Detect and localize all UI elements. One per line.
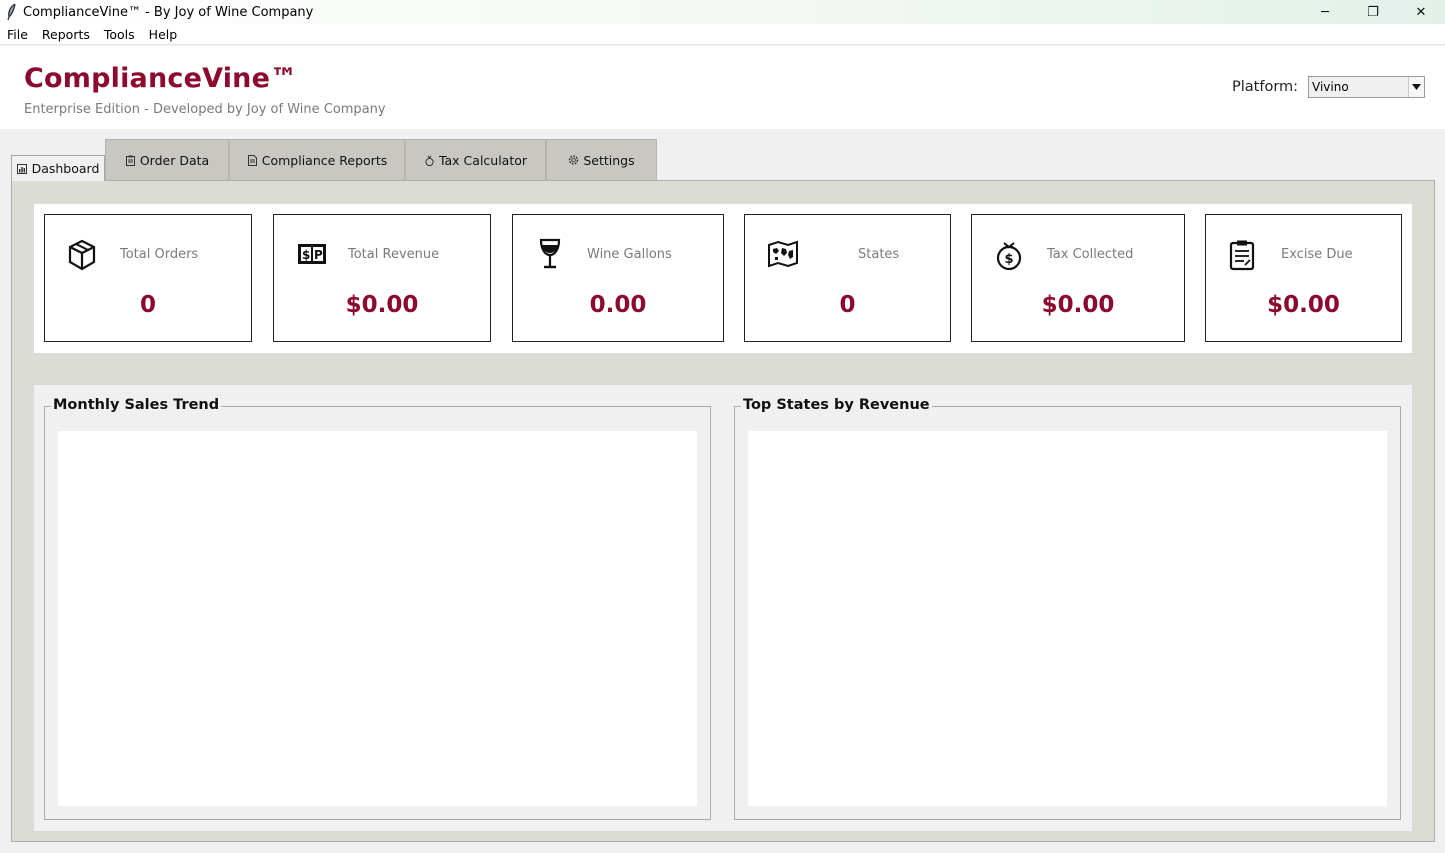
- card-value: 0.00: [589, 292, 647, 318]
- stats-cards-panel: Total Orders 0 $ P Total Revenue $0.00 Wi…: [34, 204, 1412, 353]
- app-header: ComplianceVine™ Enterprise Edition - Dev…: [0, 46, 1445, 129]
- monthly-sales-chart-frame: Monthly Sales Trend: [44, 397, 711, 820]
- dashboard-panel: Total Orders 0 $ P Total Revenue $0.00 Wi…: [11, 180, 1435, 842]
- card-label: States: [858, 247, 900, 262]
- card-total-revenue: $ P Total Revenue $0.00: [273, 214, 491, 342]
- svg-text:P: P: [314, 248, 323, 262]
- clipboard-icon: [125, 155, 136, 166]
- package-icon: [67, 239, 101, 273]
- platform-value: Vivino: [1312, 80, 1349, 94]
- card-label: Excise Due: [1281, 247, 1353, 262]
- platform-label: Platform:: [1232, 79, 1299, 95]
- top-states-chart-canvas: [748, 431, 1387, 806]
- platform-dropdown[interactable]: Vivino: [1308, 76, 1425, 98]
- clipboard-icon: [1228, 239, 1262, 273]
- money-bag-icon: $: [994, 239, 1028, 273]
- gear-icon: [568, 155, 579, 166]
- card-value: $0.00: [1041, 292, 1115, 318]
- brand-title: ComplianceVine™: [24, 63, 298, 94]
- minimize-button[interactable]: ─: [1301, 0, 1349, 24]
- card-label: Wine Gallons: [587, 247, 672, 262]
- card-value: 0: [839, 292, 856, 318]
- menu-tools[interactable]: Tools: [97, 24, 142, 45]
- card-label: Total Orders: [120, 247, 199, 262]
- tab-settings-label: Settings: [583, 152, 635, 168]
- card-total-orders: Total Orders 0: [44, 214, 252, 342]
- card-excise-due: Excise Due $0.00: [1205, 214, 1402, 342]
- tab-dashboard[interactable]: Dashboard: [11, 155, 105, 181]
- menu-file[interactable]: File: [0, 24, 35, 45]
- close-button[interactable]: ✕: [1397, 0, 1445, 24]
- top-states-chart-frame: Top States by Revenue: [734, 397, 1401, 820]
- document-icon: [247, 154, 258, 166]
- monthly-sales-chart-canvas: [58, 431, 697, 806]
- svg-text:$: $: [1005, 252, 1014, 267]
- menu-help[interactable]: Help: [142, 24, 185, 45]
- wine-glass-icon: [537, 237, 571, 271]
- tab-tax-calculator-label: Tax Calculator: [438, 152, 528, 168]
- card-value: 0: [139, 292, 156, 318]
- tab-dashboard-label: Dashboard: [31, 161, 100, 176]
- brand-subtitle: Enterprise Edition - Developed by Joy of…: [24, 102, 386, 117]
- tab-settings[interactable]: Settings: [546, 139, 657, 180]
- card-label: Total Revenue: [348, 247, 440, 262]
- card-states: States 0: [744, 214, 951, 342]
- dropdown-arrow-icon[interactable]: [1408, 77, 1424, 97]
- window-title: ComplianceVine™ - By Joy of Wine Company: [23, 4, 314, 20]
- map-icon: [767, 239, 801, 273]
- card-tax-collected: $ Tax Collected $0.00: [971, 214, 1185, 342]
- tab-tax-calculator[interactable]: Tax Calculator: [405, 139, 546, 180]
- card-value: $0.00: [345, 292, 419, 318]
- feather-icon: [3, 2, 21, 22]
- tab-compliance-reports[interactable]: Compliance Reports: [229, 139, 405, 180]
- svg-text:$: $: [302, 248, 310, 262]
- maximize-button[interactable]: ❐: [1349, 0, 1397, 24]
- tab-order-data[interactable]: Order Data: [105, 139, 229, 180]
- window-titlebar: ComplianceVine™ - By Joy of Wine Company…: [0, 0, 1445, 24]
- top-states-chart-title: Top States by Revenue: [741, 397, 932, 413]
- tab-compliance-reports-label: Compliance Reports: [261, 152, 388, 168]
- card-value: $0.00: [1267, 292, 1340, 318]
- menu-bar: File Reports Tools Help: [0, 24, 1445, 45]
- charts-panel: Monthly Sales Trend Top States by Revenu…: [34, 385, 1412, 831]
- dollar-bill-icon: $ P: [296, 239, 330, 273]
- card-wine-gallons: Wine Gallons 0.00: [512, 214, 724, 342]
- monthly-sales-chart-title: Monthly Sales Trend: [51, 397, 222, 413]
- chart-icon: [17, 163, 28, 174]
- card-label: Tax Collected: [1047, 247, 1134, 262]
- tab-order-data-label: Order Data: [139, 152, 210, 168]
- menu-reports[interactable]: Reports: [35, 24, 97, 45]
- money-bag-icon: [424, 155, 435, 166]
